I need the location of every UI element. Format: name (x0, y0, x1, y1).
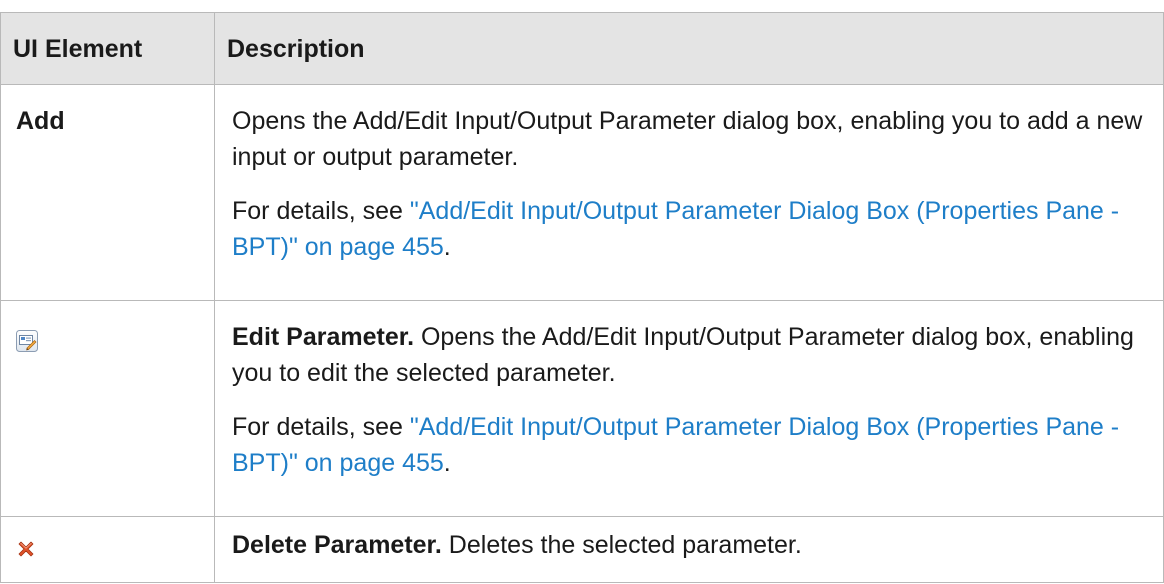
table-row: Delete Parameter. Deletes the selected p… (0, 516, 1164, 583)
table-row: Add Opens the Add/Edit Input/Output Para… (0, 84, 1164, 301)
details-paragraph: For details, see "Add/Edit Input/Output … (232, 193, 1151, 265)
ui-element-cell (0, 300, 215, 517)
delete-parameter-icon (16, 533, 36, 557)
ui-element-cell: Add (0, 84, 215, 301)
description-text: Edit Parameter. Opens the Add/Edit Input… (232, 319, 1151, 391)
details-prefix: For details, see (232, 413, 410, 441)
details-prefix: For details, see (232, 197, 410, 225)
ui-element-cell (0, 516, 215, 583)
description-cell: Edit Parameter. Opens the Add/Edit Input… (214, 300, 1164, 517)
description-text: Delete Parameter. Deletes the selected p… (232, 527, 1151, 563)
edit-parameter-icon (16, 326, 38, 352)
header-description: Description (214, 12, 1164, 85)
details-suffix: . (443, 449, 451, 477)
description-cell: Delete Parameter. Deletes the selected p… (214, 516, 1164, 583)
table-header-row: UI Element Description (0, 12, 1164, 85)
delete-parameter-lead: Delete Parameter. (232, 531, 442, 559)
edit-parameter-lead: Edit Parameter. (232, 323, 415, 351)
add-label: Add (16, 107, 65, 135)
description-text: Opens the Add/Edit Input/Output Paramete… (232, 107, 1143, 171)
details-suffix: . (443, 233, 451, 261)
description-cell: Opens the Add/Edit Input/Output Paramete… (214, 84, 1164, 301)
delete-parameter-text: Deletes the selected parameter. (441, 531, 802, 559)
ui-elements-table: UI Element Description Add Opens the Add… (0, 12, 1164, 583)
details-paragraph: For details, see "Add/Edit Input/Output … (232, 409, 1151, 481)
table-row: Edit Parameter. Opens the Add/Edit Input… (0, 300, 1164, 517)
header-ui-element: UI Element (0, 12, 215, 85)
